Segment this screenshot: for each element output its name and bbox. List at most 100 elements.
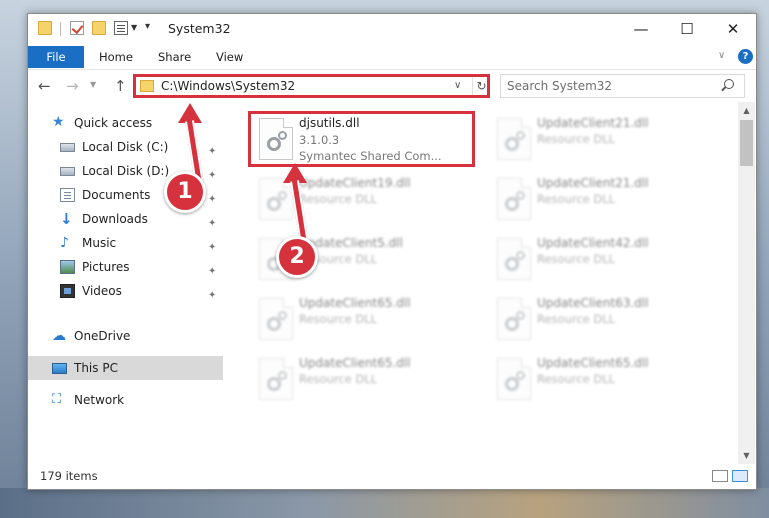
minimize-button[interactable]: — xyxy=(618,14,664,44)
sidebar-item-label: This PC xyxy=(74,361,118,375)
file-name: UpdateClient21.dll xyxy=(537,116,649,130)
properties-check-icon[interactable] xyxy=(70,21,84,35)
recent-locations-icon[interactable]: ▼ xyxy=(90,80,96,89)
file-description: Resource DLL xyxy=(299,372,378,386)
file-description: Resource DLL xyxy=(537,372,616,386)
documents-icon xyxy=(60,188,75,202)
dll-file-icon xyxy=(497,298,531,340)
sidebar-item-label: Local Disk (C:) xyxy=(82,140,169,154)
search-icon[interactable] xyxy=(724,79,734,89)
explorer-window: ▼ ▾ System32 — ☐ ✕ File Home Share View … xyxy=(27,13,757,490)
chevron-down-icon[interactable]: ▼ xyxy=(131,23,137,32)
drive-icon xyxy=(60,143,75,152)
file-name: UpdateClient19.dll xyxy=(299,176,411,190)
file-description: Resource DLL xyxy=(299,312,378,326)
file-name: UpdateClient65.dll xyxy=(299,296,411,310)
file-name: UpdateClient65.dll xyxy=(299,356,411,370)
tab-home[interactable]: Home xyxy=(99,46,133,68)
network-icon: ⛶ xyxy=(52,392,62,407)
sidebar-item-label: Local Disk (D:) xyxy=(82,164,170,178)
sidebar-item-label: Quick access xyxy=(74,116,153,130)
forward-button[interactable]: → xyxy=(66,77,79,95)
sidebar-item-label: Downloads xyxy=(82,212,148,226)
star-icon: ★ xyxy=(52,114,65,130)
file-description: Resource DLL xyxy=(537,192,616,206)
file-item[interactable]: UpdateClient42.dll Resource DLL xyxy=(485,234,715,284)
expand-ribbon-icon[interactable]: ∨ xyxy=(718,50,725,61)
computer-icon xyxy=(52,363,67,374)
window-title: System32 xyxy=(168,21,231,36)
divider xyxy=(60,22,61,36)
pictures-icon xyxy=(60,260,75,274)
sidebar-item-label: Network xyxy=(74,393,125,407)
file-description: Resource DLL xyxy=(537,132,616,146)
sidebar-item-label: Pictures xyxy=(82,260,130,274)
tiles-view-icon[interactable] xyxy=(732,470,748,482)
scroll-down-icon[interactable]: ▼ xyxy=(738,447,755,464)
vertical-scrollbar[interactable]: ▲ ▼ xyxy=(738,102,755,464)
search-input[interactable] xyxy=(507,77,717,95)
ribbon-tabs: File Home Share View ∨ ? xyxy=(28,44,756,70)
new-folder-icon[interactable] xyxy=(92,21,106,35)
customize-quick-access-icon[interactable]: ▾ xyxy=(145,21,150,32)
sidebar-item-label: Documents xyxy=(82,188,151,202)
sidebar-item-pictures[interactable]: Pictures ✦ xyxy=(60,256,222,278)
help-icon[interactable]: ? xyxy=(738,49,753,64)
folder-icon xyxy=(38,21,52,35)
file-item[interactable]: UpdateClient65.dll Resource DLL xyxy=(247,294,477,344)
file-highlight-box xyxy=(248,111,475,167)
address-highlight-box xyxy=(133,74,490,98)
pin-icon[interactable]: ✦ xyxy=(208,285,216,307)
file-name: UpdateClient63.dll xyxy=(537,296,649,310)
dll-file-icon xyxy=(259,358,293,400)
drive-icon xyxy=(60,167,75,176)
dll-file-icon xyxy=(497,118,531,160)
file-item[interactable]: UpdateClient21.dll Resource DLL xyxy=(485,174,715,224)
desktop-background xyxy=(0,488,769,518)
file-description: Resource DLL xyxy=(299,192,378,206)
properties-icon[interactable] xyxy=(114,21,128,35)
maximize-button[interactable]: ☐ xyxy=(664,14,710,44)
sidebar-item-onedrive[interactable]: ☁ OneDrive xyxy=(52,325,222,347)
close-button[interactable]: ✕ xyxy=(710,14,756,44)
dll-file-icon xyxy=(259,178,293,220)
tab-view[interactable]: View xyxy=(216,46,243,68)
music-icon: ♪ xyxy=(60,235,69,251)
search-box[interactable] xyxy=(500,74,745,98)
navigation-bar: ← → ▼ ↑ C:\Windows\System32 ∨ ↻ xyxy=(28,70,756,102)
dll-file-icon xyxy=(497,178,531,220)
file-name: UpdateClient42.dll xyxy=(537,236,649,250)
callout-step-1: 1 xyxy=(164,171,206,213)
file-item[interactable]: UpdateClient65.dll Resource DLL xyxy=(247,354,477,404)
file-name: UpdateClient21.dll xyxy=(537,176,649,190)
sidebar-item-videos[interactable]: Videos ✦ xyxy=(60,280,222,302)
file-item[interactable]: UpdateClient19.dll Resource DLL xyxy=(247,174,477,224)
download-icon: ↓ xyxy=(60,210,73,228)
file-item[interactable]: UpdateClient65.dll Resource DLL xyxy=(485,354,715,404)
videos-icon xyxy=(60,284,75,298)
file-item[interactable]: UpdateClient63.dll Resource DLL xyxy=(485,294,715,344)
sidebar-item-this-pc[interactable]: This PC xyxy=(52,357,222,379)
sidebar-item-network[interactable]: ⛶ Network xyxy=(52,389,222,411)
callout-step-2: 2 xyxy=(276,236,318,278)
file-description: Resource DLL xyxy=(537,312,616,326)
dll-file-icon xyxy=(497,358,531,400)
sidebar-item-label: OneDrive xyxy=(74,329,131,343)
tab-share[interactable]: Share xyxy=(158,46,191,68)
back-button[interactable]: ← xyxy=(38,77,51,95)
scrollbar-thumb[interactable] xyxy=(740,120,753,166)
tab-file[interactable]: File xyxy=(28,46,84,68)
dll-file-icon xyxy=(497,238,531,280)
sidebar-item-label: Music xyxy=(82,236,117,250)
details-view-icon[interactable] xyxy=(712,470,728,482)
up-button[interactable]: ↑ xyxy=(114,77,127,95)
item-count: 179 items xyxy=(40,469,98,483)
file-name: UpdateClient65.dll xyxy=(537,356,649,370)
sidebar-item-downloads[interactable]: ↓ Downloads ✦ xyxy=(60,208,222,230)
cloud-icon: ☁ xyxy=(52,328,66,344)
scroll-up-icon[interactable]: ▲ xyxy=(738,102,755,119)
file-item[interactable]: UpdateClient21.dll Resource DLL xyxy=(485,114,715,164)
sidebar-item-music[interactable]: ♪ Music ✦ xyxy=(60,232,222,254)
file-description: Resource DLL xyxy=(537,252,616,266)
sidebar-item-label: Videos xyxy=(82,284,122,298)
